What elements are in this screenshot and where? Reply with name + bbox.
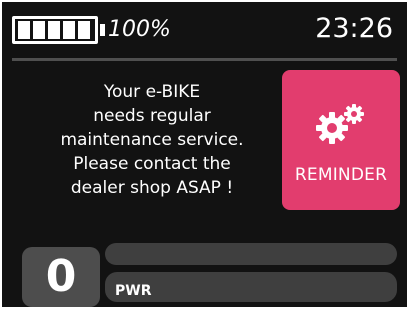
reminder-label: REMINDER (294, 165, 388, 185)
gears-icon (316, 104, 364, 144)
display-screen: 100% 23:26 Your e-BIKE needs regular mai… (2, 2, 407, 307)
maintenance-message: Your e-BIKE needs regular maintenance se… (32, 80, 272, 200)
message-line: dealer shop ASAP ! (70, 178, 234, 198)
power-label: PWR (115, 283, 152, 299)
message-line: needs regular (93, 106, 211, 126)
status-bar: 100% 23:26 (2, 2, 407, 52)
speed-readout: 0 (22, 247, 100, 307)
reminder-button[interactable]: REMINDER (282, 70, 400, 210)
message-line: Your e-BIKE (103, 82, 201, 102)
message-line: Please contact the (73, 154, 231, 174)
battery-icon (12, 16, 105, 44)
speed-value: 0 (45, 251, 77, 302)
assist-level-bar (105, 243, 397, 265)
header-divider (12, 58, 397, 61)
message-line: maintenance service. (60, 130, 244, 150)
battery-percentage: 100% (108, 17, 171, 42)
clock: 23:26 (315, 13, 393, 44)
